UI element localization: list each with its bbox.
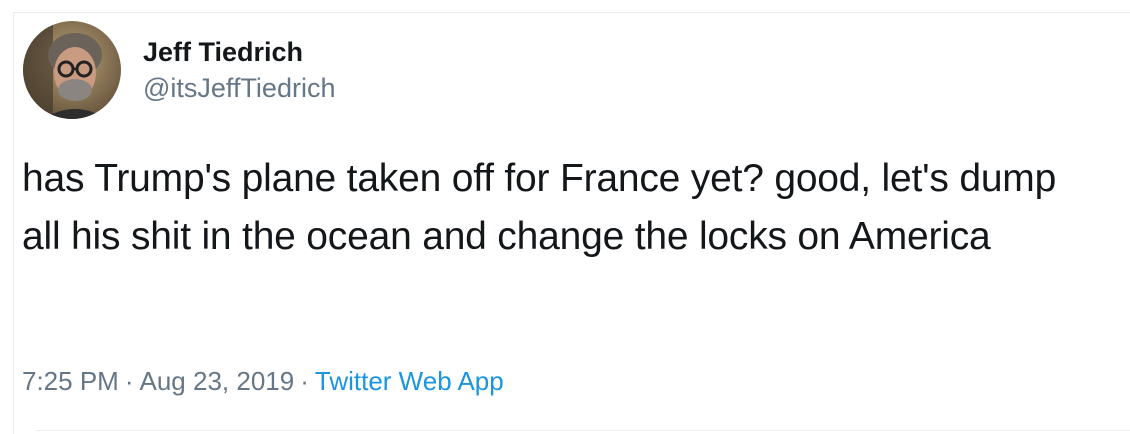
user-avatar-photo-icon (23, 21, 121, 119)
tweet-meta: 7:25 PM · Aug 23, 2019 · Twitter Web App (22, 364, 504, 398)
meta-separator: · (300, 366, 309, 396)
user-handle[interactable]: @itsJeffTiedrich (143, 71, 335, 105)
tweet-time[interactable]: 7:25 PM (22, 366, 119, 396)
display-name[interactable]: Jeff Tiedrich (143, 35, 335, 69)
author-names: Jeff Tiedrich @itsJeffTiedrich (143, 35, 335, 105)
meta-separator: · (124, 366, 134, 396)
tweet-date[interactable]: Aug 23, 2019 (140, 366, 295, 396)
tweet-divider (36, 430, 1130, 431)
tweet-text: has Trump's plane taken off for France y… (22, 157, 1057, 258)
tweet-header: Jeff Tiedrich @itsJeffTiedrich (23, 20, 335, 120)
avatar[interactable] (23, 21, 121, 119)
tweet-source-link[interactable]: Twitter Web App (315, 366, 504, 396)
